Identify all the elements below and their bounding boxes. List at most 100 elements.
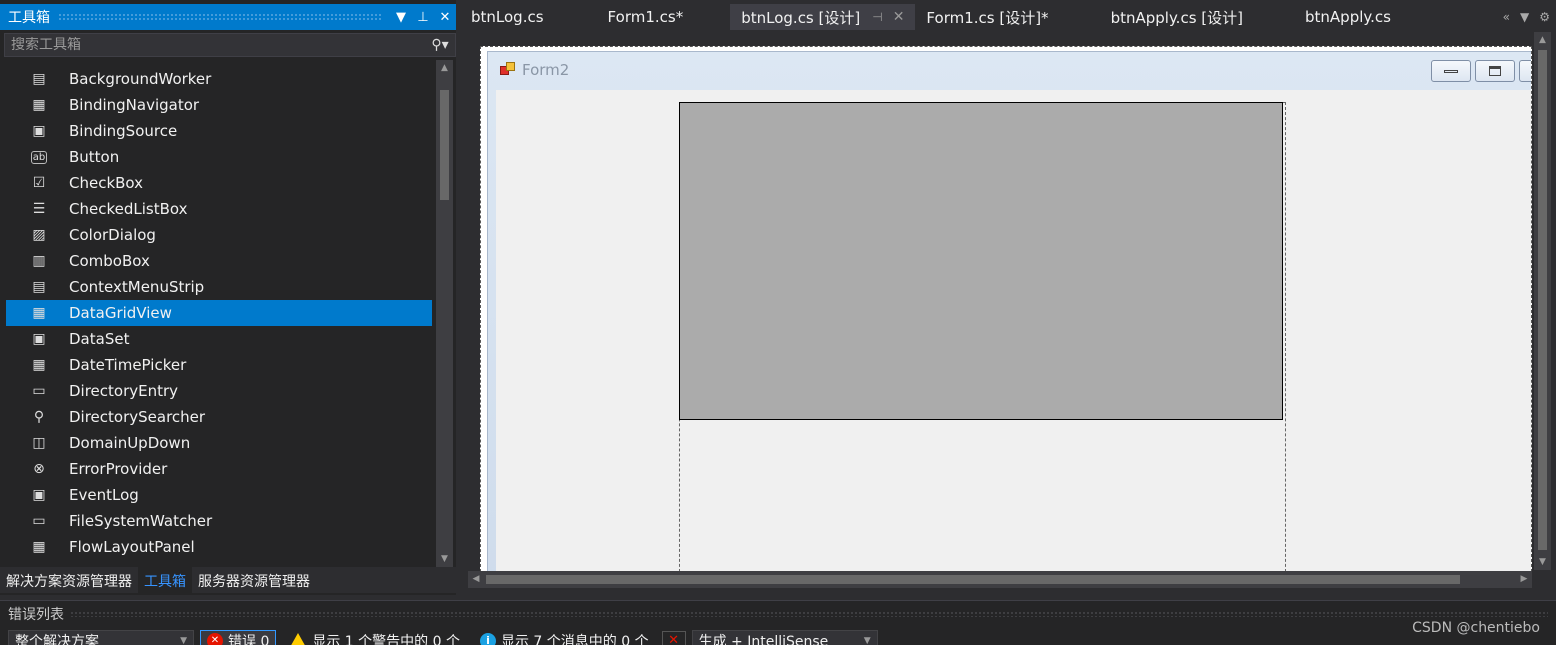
toolbox-panel: 工具箱 ▼ ⊥ ✕ ⚲▾ ▤ BackgroundWorker ▦ BindingNa… bbox=[0, 0, 456, 595]
tab-btnlog-cs[interactable]: btnLog.cs bbox=[460, 4, 555, 30]
warnings-filter-button[interactable]: 显示 1 个警告中的 0 个 bbox=[282, 630, 467, 645]
scroll-up-icon[interactable]: ▲ bbox=[436, 60, 453, 77]
toolbox-item[interactable]: ▦ FlowLayoutPanel bbox=[6, 534, 432, 560]
build-filter-select[interactable]: 生成 + IntelliSense ▼ bbox=[691, 630, 878, 645]
tab-form1-design[interactable]: Form1.cs [设计]* bbox=[915, 4, 1059, 30]
toolbox-item[interactable]: ▤ BackgroundWorker bbox=[6, 66, 432, 92]
tab-btnlog-design[interactable]: btnLog.cs [设计] ⊣ ✕ bbox=[730, 4, 916, 30]
gray-panel-control[interactable] bbox=[679, 102, 1283, 420]
toolbox-search-box: ⚲▾ bbox=[4, 33, 456, 57]
scroll-down-icon[interactable]: ▼ bbox=[1534, 554, 1551, 570]
binding-navigator-icon: ▦ bbox=[32, 97, 46, 113]
date-time-picker-icon: ▦ bbox=[32, 357, 46, 373]
scroll-thumb[interactable] bbox=[1538, 50, 1547, 550]
toolbox-item[interactable]: ⚲ DirectorySearcher bbox=[6, 404, 432, 430]
error-list-title-bar[interactable]: 错误列表 bbox=[0, 601, 1556, 627]
tab-toolbox[interactable]: 工具箱 bbox=[138, 567, 192, 593]
clear-filter-icon[interactable]: ✕ bbox=[661, 631, 686, 645]
toolbox-item[interactable]: ▦ BindingNavigator bbox=[6, 92, 432, 118]
toolbox-item[interactable]: ◫ DomainUpDown bbox=[6, 430, 432, 456]
scroll-thumb[interactable] bbox=[440, 90, 449, 200]
toolbox-item-label: ContextMenuStrip bbox=[69, 278, 205, 296]
scope-select[interactable]: 整个解决方案 ▼ bbox=[8, 630, 194, 645]
minimize-button[interactable] bbox=[1431, 60, 1471, 82]
dropdown-arrow-icon[interactable]: ▼ bbox=[390, 10, 412, 25]
toolbox-item-label: CheckBox bbox=[69, 174, 144, 192]
scroll-left-icon[interactable]: ◀ bbox=[468, 571, 484, 588]
checkbox-icon: ☑ bbox=[32, 175, 46, 191]
pin-icon[interactable]: ⊥ bbox=[412, 10, 434, 25]
toolbox-item[interactable]: ▤ ContextMenuStrip bbox=[6, 274, 432, 300]
color-dialog-icon: ▨ bbox=[32, 227, 46, 243]
button-icon: ab bbox=[31, 150, 47, 164]
scroll-tabs-left-icon[interactable]: « bbox=[1503, 10, 1510, 24]
combo-box-icon: ▥ bbox=[32, 253, 46, 269]
title-grip bbox=[70, 611, 1548, 617]
close-icon[interactable]: ✕ bbox=[893, 9, 905, 25]
tab-btnapply-design[interactable]: btnApply.cs [设计] bbox=[1100, 4, 1254, 30]
scope-value: 整个解决方案 bbox=[15, 634, 99, 645]
error-list-title: 错误列表 bbox=[8, 607, 64, 623]
toolbox-item[interactable]: ▭ DirectoryEntry bbox=[6, 378, 432, 404]
chevron-down-icon: ▼ bbox=[180, 636, 187, 645]
toolbox-item-label: DomainUpDown bbox=[69, 434, 191, 452]
tab-solution-explorer[interactable]: 解决方案资源管理器 bbox=[0, 567, 138, 593]
toolbox-item[interactable]: ▦ DataGridView bbox=[6, 300, 432, 326]
toolbox-item[interactable]: ☑ CheckBox bbox=[6, 170, 432, 196]
toolbox-item-label: FileSystemWatcher bbox=[69, 512, 213, 530]
toolbox-item-label: Button bbox=[69, 148, 120, 166]
tab-form1-cs[interactable]: Form1.cs* bbox=[597, 4, 695, 30]
toolbox-item-label: DataGridView bbox=[69, 304, 172, 322]
toolbox-item[interactable]: ab Button bbox=[6, 144, 432, 170]
settings-gear-icon[interactable]: ⚙ bbox=[1539, 10, 1550, 24]
minimize-icon bbox=[1444, 69, 1458, 73]
form-title-bar: Form2 ✕ bbox=[488, 52, 1531, 88]
form-client-area[interactable] bbox=[496, 90, 1531, 571]
toolbox-item[interactable]: ▦ DateTimePicker bbox=[6, 352, 432, 378]
toolbox-item[interactable]: ☰ CheckedListBox bbox=[6, 196, 432, 222]
designer-horizontal-scrollbar[interactable]: ◀ ▶ bbox=[468, 571, 1532, 588]
pin-icon[interactable]: ⊣ bbox=[872, 10, 882, 24]
toolbox-item-label: EventLog bbox=[69, 486, 139, 504]
close-button[interactable]: ✕ bbox=[1519, 60, 1531, 82]
toolbox-item-label: DataSet bbox=[69, 330, 130, 348]
binding-source-icon: ▣ bbox=[32, 123, 46, 139]
toolbox-title: 工具箱 bbox=[8, 10, 50, 26]
toolbox-item[interactable]: ⊗ ErrorProvider bbox=[6, 456, 432, 482]
scroll-right-icon[interactable]: ▶ bbox=[1516, 571, 1532, 588]
toolbox-item[interactable]: ▥ ComboBox bbox=[6, 248, 432, 274]
maximize-icon bbox=[1489, 66, 1501, 76]
toolbox-item-label: BackgroundWorker bbox=[69, 70, 212, 88]
close-icon[interactable]: ✕ bbox=[434, 10, 456, 25]
toolbox-item[interactable]: ▣ BindingSource bbox=[6, 118, 432, 144]
tab-list-dropdown-icon[interactable]: ▼ bbox=[1520, 10, 1529, 24]
toolbox-item-label: ComboBox bbox=[69, 252, 150, 270]
messages-filter-button[interactable]: i 显示 7 个消息中的 0 个 bbox=[473, 630, 656, 645]
toolbox-scrollbar[interactable]: ▲ ▼ bbox=[436, 60, 453, 568]
toolbox-item-label: ColorDialog bbox=[69, 226, 156, 244]
toolbox-item-label: BindingSource bbox=[69, 122, 178, 140]
tab-btnapply-cs[interactable]: btnApply.cs bbox=[1294, 4, 1402, 30]
chevron-down-icon: ▼ bbox=[863, 636, 871, 645]
toolbox-item[interactable]: ▭ FileSystemWatcher bbox=[6, 508, 432, 534]
error-list-filters: 整个解决方案 ▼ ✕ 错误 0 显示 1 个警告中的 0 个 i 显示 7 个消… bbox=[8, 630, 878, 645]
toolbox-item-label: DirectoryEntry bbox=[69, 382, 179, 400]
tab-strip-controls: « ▼ ⚙ bbox=[1503, 4, 1550, 30]
form-title: Form2 bbox=[522, 61, 570, 79]
form-window[interactable]: Form2 ✕ bbox=[487, 51, 1531, 571]
toolbox-item[interactable]: ▣ EventLog bbox=[6, 482, 432, 508]
toolbox-item-label: BindingNavigator bbox=[69, 96, 200, 114]
toolbox-item[interactable]: ▨ ColorDialog bbox=[6, 222, 432, 248]
build-filter-value: 生成 + IntelliSense bbox=[698, 634, 829, 645]
toolbox-item[interactable]: ▣ DataSet bbox=[6, 326, 432, 352]
toolbox-title-bar[interactable]: 工具箱 ▼ ⊥ ✕ bbox=[0, 4, 456, 30]
search-icon[interactable]: ⚲▾ bbox=[425, 37, 455, 53]
scroll-up-icon[interactable]: ▲ bbox=[1534, 32, 1551, 48]
maximize-button[interactable] bbox=[1475, 60, 1515, 82]
designer-vertical-scrollbar[interactable]: ▲ ▼ bbox=[1534, 32, 1551, 570]
search-input[interactable] bbox=[5, 37, 425, 53]
tab-server-explorer[interactable]: 服务器资源管理器 bbox=[192, 567, 316, 593]
scroll-thumb[interactable] bbox=[486, 575, 1460, 584]
errors-filter-button[interactable]: ✕ 错误 0 bbox=[200, 630, 277, 645]
scroll-down-icon[interactable]: ▼ bbox=[436, 551, 453, 568]
